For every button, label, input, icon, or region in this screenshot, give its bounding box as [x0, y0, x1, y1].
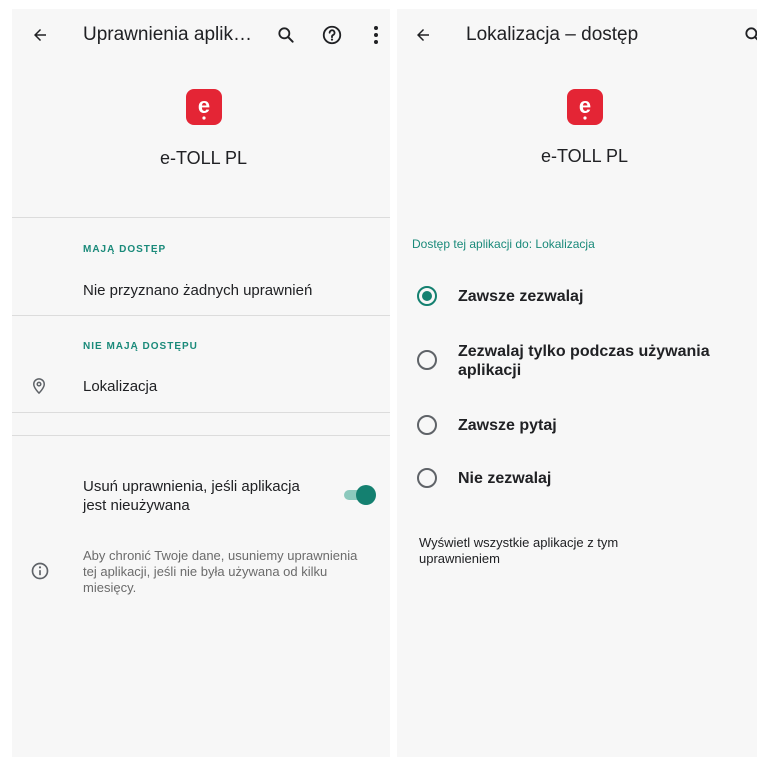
remove-permissions-row[interactable]: Usuń uprawnienia, jeśli aplikacja jest n… [12, 471, 390, 519]
radio-button[interactable] [417, 415, 437, 435]
app-logo-icon: e [186, 89, 222, 125]
page-title: Lokalizacja – dostęp [466, 24, 639, 45]
option-label: Zawsze pytaj [458, 417, 557, 434]
app-logo-icon: e [567, 89, 603, 125]
no-permissions-text: Nie przyznano żadnych uprawnień [83, 282, 313, 299]
view-all-apps-line1: Wyświetl wszystkie aplikacje z tym [419, 535, 619, 550]
divider [12, 412, 390, 413]
app-name: e-TOLL PL [541, 146, 629, 166]
permission-item-label: Lokalizacja [83, 378, 158, 395]
more-vert-icon[interactable] [362, 21, 390, 49]
arrow-left-icon[interactable] [409, 21, 437, 49]
divider [12, 315, 390, 316]
view-all-apps-line2: uprawnieniem [419, 551, 500, 566]
remove-permissions-toggle[interactable] [342, 485, 376, 505]
radio-button[interactable] [417, 350, 437, 370]
page-title: Uprawnienia aplik… [83, 24, 252, 45]
help-circle-icon[interactable] [318, 21, 346, 49]
radio-button-selected[interactable] [417, 286, 437, 306]
info-text-line3: miesięcy. [83, 580, 137, 595]
left-toolbar: Uprawnienia aplik… [12, 9, 390, 61]
search-icon[interactable] [739, 21, 757, 49]
search-icon[interactable] [272, 21, 300, 49]
option-always-ask[interactable]: Zawsze pytaj [397, 409, 757, 443]
view-all-apps-link[interactable]: Wyświetl wszystkie aplikacje z tym upraw… [397, 533, 757, 569]
section-allowed-label: MAJĄ DOSTĘP [83, 244, 167, 255]
svg-text:e: e [579, 94, 591, 118]
option-label: Zawsze zezwalaj [458, 288, 584, 305]
option-deny[interactable]: Nie zezwalaj [397, 462, 757, 496]
app-permissions-screen: Uprawnienia aplik… e e-TOLL PL MAJĄ DOST… [12, 9, 390, 757]
info-text-line2: tej aplikacji, jeśli nie była używana od… [83, 564, 328, 579]
svg-text:e: e [198, 94, 210, 118]
toggle-thumb [356, 485, 376, 505]
option-always-allow[interactable]: Zawsze zezwalaj [397, 279, 757, 313]
info-text-line1: Aby chronić Twoje dane, usuniemy uprawni… [83, 548, 358, 563]
section-denied-label: NIE MAJĄ DOSTĘPU [83, 341, 198, 352]
divider [12, 217, 390, 218]
divider [12, 435, 390, 436]
app-name: e-TOLL PL [160, 148, 248, 168]
arrow-left-icon[interactable] [26, 21, 54, 49]
right-toolbar: Lokalizacja – dostęp [397, 9, 757, 61]
permission-item-location[interactable]: Lokalizacja [12, 364, 390, 412]
radio-button[interactable] [417, 468, 437, 488]
option-allow-while-using[interactable]: Zezwalaj tylko podczas używania aplikacj… [397, 338, 757, 382]
location-access-screen: Lokalizacja – dostęp e e-TOLL PL Dostęp … [397, 9, 757, 757]
remove-permissions-label-line1: Usuń uprawnienia, jeśli aplikacja [83, 478, 300, 495]
option-label-line2: aplikacji [458, 362, 522, 379]
access-header: Dostęp tej aplikacji do: Lokalizacja [412, 237, 595, 251]
info-icon [30, 561, 50, 586]
remove-permissions-label-line2: jest nieużywana [83, 497, 190, 514]
location-pin-icon [30, 376, 48, 401]
option-label: Nie zezwalaj [458, 470, 552, 487]
option-label-line1: Zezwalaj tylko podczas używania [458, 343, 710, 360]
